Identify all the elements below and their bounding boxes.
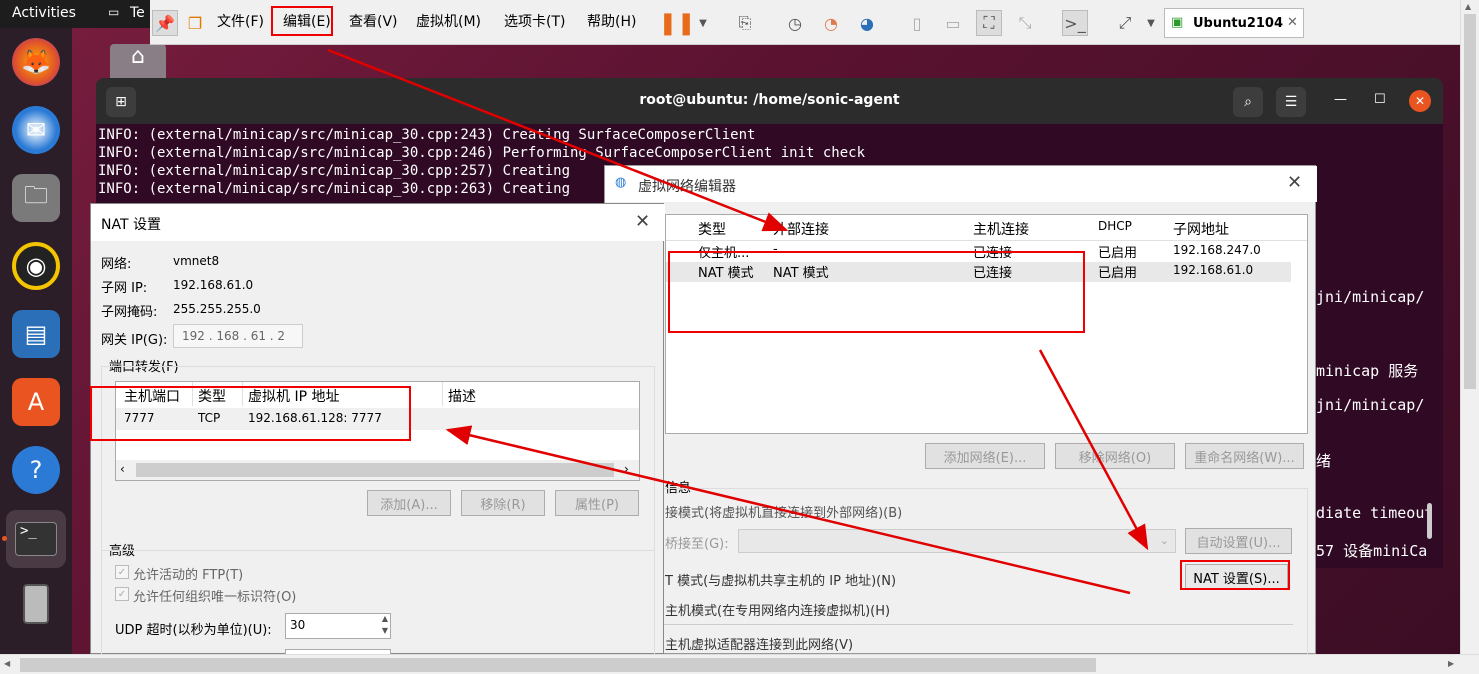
annotation-arrows <box>327 48 1149 595</box>
arrow-edit-to-table <box>327 48 789 232</box>
arrow-nat-to-port-forward <box>445 425 1131 595</box>
arrow-row-to-nat-settings <box>1038 349 1149 551</box>
